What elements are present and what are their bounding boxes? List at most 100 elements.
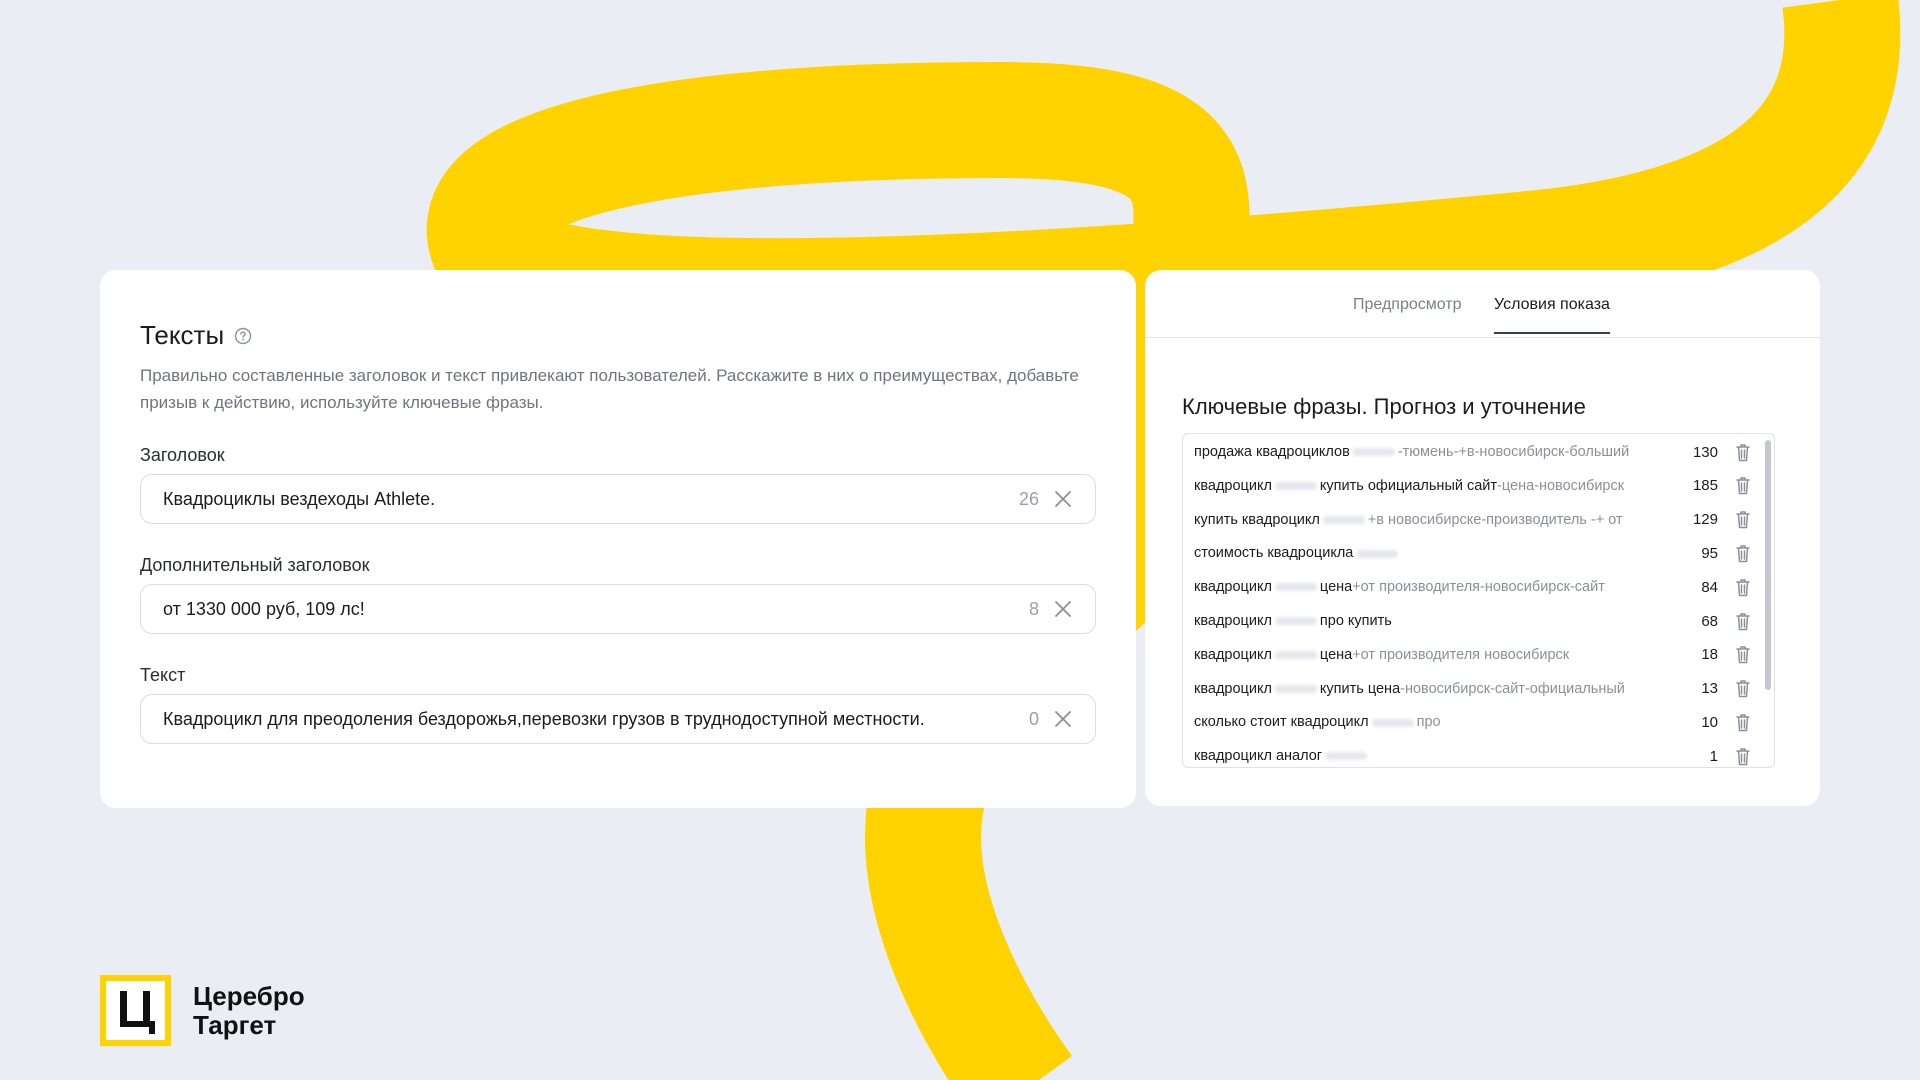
keyword-phrase-minus-words: про: [1416, 714, 1441, 731]
headline-field[interactable]: Квадроциклы вездеходы Athlete. 26: [140, 474, 1096, 524]
keyword-phrase-minus-words: +от производителя новосибирск: [1352, 646, 1570, 663]
keyword-phrase-main: квадроцикл: [1194, 579, 1272, 596]
trash-icon[interactable]: [1735, 645, 1751, 664]
redacted-text: [1352, 448, 1395, 457]
tab-preview[interactable]: Предпросмотр: [1353, 296, 1462, 332]
trash-icon[interactable]: [1735, 544, 1751, 563]
keyword-phrase: стоимость квадроцикла: [1194, 545, 1674, 561]
keyword-row[interactable]: квадроцикл купить официальный сайт-цена-н…: [1183, 469, 1763, 503]
brand-logo: Церебро Таргет: [100, 975, 305, 1046]
trash-icon[interactable]: [1735, 747, 1751, 766]
close-icon[interactable]: [1053, 709, 1073, 729]
scrollbar[interactable]: [1765, 440, 1771, 690]
keyword-phrase-main: квадроцикл: [1194, 613, 1272, 629]
body-text-value[interactable]: Квадроцикл для преодоления бездорожья,пе…: [163, 709, 1029, 730]
tab-show-conditions[interactable]: Условия показа: [1494, 296, 1610, 334]
keyword-forecast-count: 10: [1701, 713, 1718, 731]
keyword-phrase: квадроцикл аналог: [1194, 748, 1674, 764]
keyword-forecast-count: 18: [1701, 646, 1718, 664]
brand-name-line2: Таргет: [193, 1009, 277, 1040]
keyword-phrase-main: сколько стоит квадроцикл: [1194, 714, 1369, 731]
texts-description: Правильно составленные заголовок и текст…: [140, 366, 1079, 412]
keyword-row[interactable]: квадроцикл цена+от производителя новосиби…: [1183, 638, 1763, 672]
keyword-phrase: продажа квадроциклов -тюмень-+в-новосибир…: [1194, 444, 1674, 460]
keyword-phrase: сколько стоит квадроцикл про: [1194, 714, 1674, 730]
keyword-phrase-main: квадроцикл аналог: [1194, 748, 1323, 765]
keyword-phrase-main: квадроцикл: [1194, 646, 1272, 663]
redacted-text: [1274, 583, 1317, 592]
keyword-phrase-mid: купить цена: [1319, 680, 1401, 697]
headline-value[interactable]: Квадроциклы вездеходы Athlete.: [163, 489, 1019, 510]
keyword-row[interactable]: квадроцикл цена+от производителя-новосиби…: [1183, 570, 1763, 604]
brand-name: Церебро Таргет: [193, 980, 305, 1040]
tab-bar: Предпросмотр Условия показа: [1145, 270, 1820, 338]
question-circle-icon[interactable]: [234, 327, 252, 345]
keywords-card: Предпросмотр Условия показа Ключевые фра…: [1145, 270, 1820, 806]
keyword-forecast-count: 84: [1701, 578, 1718, 596]
extra-headline-value[interactable]: от 1330 000 руб, 109 лс!: [163, 599, 1029, 620]
keyword-forecast-count: 13: [1701, 680, 1718, 698]
keyword-forecast-count: 185: [1692, 477, 1718, 495]
extra-headline-field[interactable]: от 1330 000 руб, 109 лс! 8: [140, 584, 1096, 634]
brand-letter-glyph: [119, 990, 155, 1034]
keyword-phrase-main: стоимость квадроцикла: [1194, 545, 1354, 562]
keyword-phrase-mid: купить официальный сайт: [1319, 477, 1498, 494]
redacted-text: [1274, 684, 1317, 693]
texts-title: Тексты: [140, 320, 225, 350]
keyword-phrase-minus-words: -тюмень-+в-новосибирск-больший: [1397, 444, 1630, 460]
keyword-phrase-main: квадроцикл: [1194, 477, 1272, 494]
redacted-text: [1322, 515, 1365, 524]
trash-icon[interactable]: [1735, 679, 1751, 698]
trash-icon[interactable]: [1735, 443, 1751, 462]
redacted-text: [1325, 752, 1368, 761]
keyword-phrase-main: продажа квадроциклов: [1194, 444, 1350, 460]
trash-icon[interactable]: [1735, 476, 1751, 495]
keyword-phrase-main: купить квадроцикл: [1194, 511, 1320, 528]
keyword-phrase: купить квадроцикл +в новосибирске-произво…: [1194, 512, 1674, 528]
keyword-forecast-count: 95: [1701, 544, 1718, 562]
keyword-row[interactable]: сколько стоит квадроцикл про 10: [1183, 705, 1763, 739]
keyword-row[interactable]: квадроцикл про купить 68: [1183, 604, 1763, 638]
keyword-phrase-main: квадроцикл: [1194, 680, 1272, 697]
keyword-forecast-count: 129: [1692, 511, 1718, 529]
close-icon[interactable]: [1053, 599, 1073, 619]
keyword-row[interactable]: стоимость квадроцикла 95: [1183, 536, 1763, 570]
keyword-row[interactable]: квадроцикл аналог 1: [1183, 739, 1763, 767]
keywords-title: Ключевые фразы. Прогноз и уточнение: [1182, 394, 1586, 419]
keyword-phrase: квадроцикл купить цена-новосибирск-сайт-о…: [1194, 681, 1674, 697]
keyword-row[interactable]: купить квадроцикл +в новосибирске-произво…: [1183, 503, 1763, 537]
body-text-char-count: 0: [1028, 708, 1039, 729]
headline-char-count: 26: [1018, 488, 1039, 509]
extra-headline-label: Дополнительный заголовок: [140, 555, 370, 575]
redacted-text: [1274, 617, 1317, 626]
keyword-row[interactable]: квадроцикл купить цена-новосибирск-сайт-о…: [1183, 672, 1763, 706]
texts-card: Тексты Правильно составленные заголовок …: [100, 270, 1136, 808]
close-icon[interactable]: [1053, 489, 1073, 509]
keyword-phrase: квадроцикл про купить: [1194, 613, 1674, 629]
trash-icon[interactable]: [1735, 612, 1751, 631]
trash-icon[interactable]: [1735, 713, 1751, 732]
redacted-text: [1274, 481, 1317, 490]
keyword-phrase-minus-words: +от производителя-новосибирск-сайт: [1352, 579, 1605, 596]
keyword-forecast-count: 130: [1692, 443, 1718, 461]
redacted-text: [1274, 650, 1317, 659]
keyword-phrase-mid: цена: [1319, 646, 1353, 663]
keyword-phrase-minus-words: +в новосибирске-производитель -+ от: [1367, 511, 1623, 528]
headline-label: Заголовок: [140, 445, 225, 465]
brand-mark-icon: [100, 975, 171, 1046]
brand-name-line1: Церебро: [193, 980, 305, 1011]
keyword-forecast-count: 1: [1709, 747, 1718, 765]
body-text-field[interactable]: Квадроцикл для преодоления бездорожья,пе…: [140, 694, 1096, 744]
redacted-text: [1356, 549, 1399, 558]
keywords-list[interactable]: продажа квадроциклов -тюмень-+в-новосибир…: [1182, 433, 1775, 768]
keyword-phrase: квадроцикл цена+от производителя новосиби…: [1194, 647, 1674, 663]
redacted-text: [1371, 718, 1414, 727]
keyword-phrase: квадроцикл цена+от производителя-новосиби…: [1194, 579, 1674, 595]
trash-icon[interactable]: [1735, 510, 1751, 529]
texts-heading: Тексты: [140, 320, 252, 351]
trash-icon[interactable]: [1735, 578, 1751, 597]
keyword-phrase-mid: про купить: [1319, 613, 1392, 629]
keyword-phrase-minus-words: -новосибирск-сайт-официальный: [1400, 680, 1625, 697]
body-text-label: Текст: [140, 665, 186, 685]
keyword-row[interactable]: продажа квадроциклов -тюмень-+в-новосибир…: [1183, 435, 1763, 469]
